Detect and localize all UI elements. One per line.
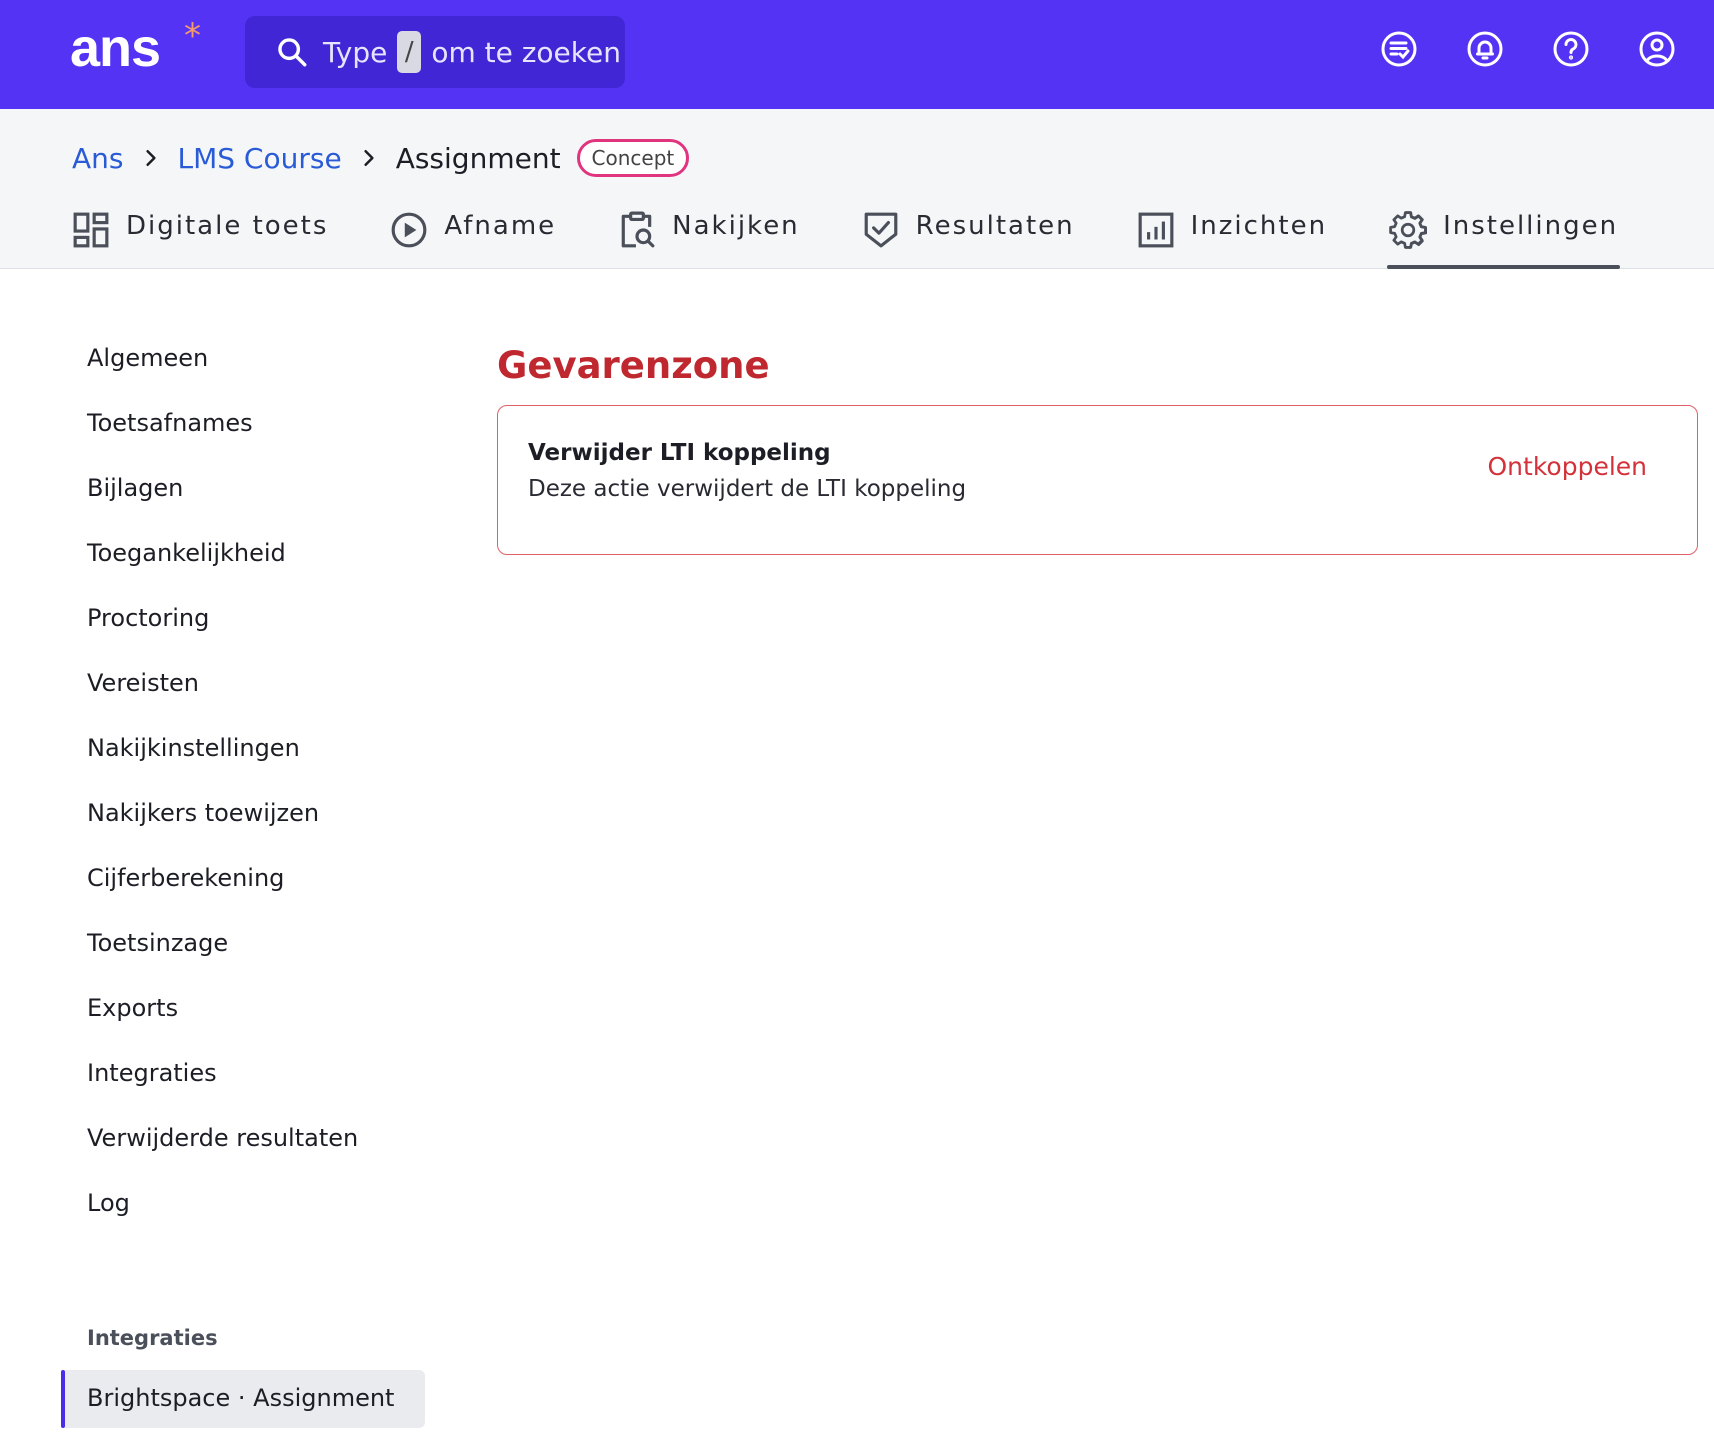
tab-instellingen[interactable]: Instellingen bbox=[1387, 207, 1621, 269]
page-header: Ans LMS Course Assignment Concept Digita… bbox=[0, 109, 1714, 269]
breadcrumb-ans[interactable]: Ans bbox=[72, 142, 124, 175]
page-title: Gevarenzone bbox=[497, 344, 770, 387]
help-icon[interactable] bbox=[1551, 29, 1591, 69]
status-badge: Concept bbox=[576, 139, 690, 177]
sidebar-item-nakijkinstellingen[interactable]: Nakijkinstellingen bbox=[87, 735, 447, 800]
account-icon[interactable] bbox=[1637, 29, 1677, 69]
tab-label: Nakijken bbox=[672, 211, 800, 241]
tab-nakijken[interactable]: Nakijken bbox=[618, 207, 800, 269]
dashboard-icon bbox=[73, 212, 109, 248]
search-prefix: Type bbox=[323, 35, 388, 69]
search-shortcut-key: / bbox=[397, 31, 422, 73]
bell-icon[interactable] bbox=[1465, 29, 1505, 69]
breadcrumb-current: Assignment bbox=[395, 141, 561, 175]
ans-logo[interactable]: ans * bbox=[70, 16, 201, 78]
logo-asterisk: * bbox=[184, 16, 201, 56]
search-placeholder: Type / om te zoeken bbox=[323, 31, 621, 73]
sidebar-section-heading: Integraties bbox=[87, 1326, 218, 1350]
play-circle-icon bbox=[392, 212, 427, 248]
active-indicator bbox=[61, 1370, 65, 1428]
disconnect-button[interactable]: Ontkoppelen bbox=[1488, 452, 1648, 481]
top-bar: ans * Type / om te zoeken bbox=[0, 0, 1714, 109]
search-icon bbox=[278, 38, 307, 67]
tab-label: Digitale toets bbox=[126, 211, 329, 241]
tab-inzichten[interactable]: Inzichten bbox=[1137, 207, 1327, 269]
checklist-icon[interactable] bbox=[1379, 29, 1419, 69]
sidebar-item-nakijkers-toewijzen[interactable]: Nakijkers toewijzen bbox=[87, 800, 447, 865]
sidebar-item-algemeen[interactable]: Algemeen bbox=[87, 345, 447, 410]
sidebar-item-toetsinzage[interactable]: Toetsinzage bbox=[87, 930, 447, 995]
breadcrumb-lms-course[interactable]: LMS Course bbox=[178, 142, 342, 175]
top-icons bbox=[1379, 29, 1677, 69]
sidebar-item-exports[interactable]: Exports bbox=[87, 995, 447, 1060]
sidebar-active-label: Brightspace · Assignment bbox=[87, 1384, 395, 1412]
bar-chart-icon bbox=[1138, 212, 1174, 248]
sidebar-item-brightspace-assignment[interactable]: Brightspace · Assignment bbox=[61, 1370, 425, 1428]
tab-label: Resultaten bbox=[915, 211, 1075, 241]
gear-icon bbox=[1389, 211, 1428, 249]
sidebar-item-verwijderde-resultaten[interactable]: Verwijderde resultaten bbox=[87, 1125, 447, 1190]
sidebar-item-bijlagen[interactable]: Bijlagen bbox=[87, 475, 447, 540]
danger-card: Verwijder LTI koppeling Deze actie verwi… bbox=[497, 405, 1698, 555]
sidebar-item-toegankelijkheid[interactable]: Toegankelijkheid bbox=[87, 540, 447, 605]
sidebar-item-cijferberekening[interactable]: Cijferberekening bbox=[87, 865, 447, 930]
tab-label: Inzichten bbox=[1190, 211, 1328, 241]
card-title: Verwijder LTI koppeling bbox=[528, 440, 831, 466]
settings-sidebar: Algemeen Toetsafnames Bijlagen Toegankel… bbox=[87, 345, 447, 1255]
tab-label: Afname bbox=[444, 211, 557, 241]
sidebar-item-proctoring[interactable]: Proctoring bbox=[87, 605, 447, 670]
tab-bar: Digitale toets Afname Nakijken Resultate… bbox=[72, 207, 1680, 269]
tab-digitale-toets[interactable]: Digitale toets bbox=[72, 207, 328, 269]
search-input[interactable]: Type / om te zoeken bbox=[245, 16, 625, 88]
clipboard-search-icon bbox=[621, 211, 655, 248]
logo-text: ans bbox=[70, 18, 161, 78]
chevron-right-icon bbox=[364, 150, 374, 166]
card-description: Deze actie verwijdert de LTI koppeling bbox=[528, 476, 967, 502]
tab-afname[interactable]: Afname bbox=[390, 207, 556, 269]
chevron-right-icon bbox=[145, 150, 156, 166]
shield-check-icon bbox=[864, 212, 898, 248]
sidebar-item-toetsafnames[interactable]: Toetsafnames bbox=[87, 410, 447, 475]
tab-resultaten[interactable]: Resultaten bbox=[862, 207, 1075, 269]
sidebar-item-log[interactable]: Log bbox=[87, 1190, 447, 1255]
sidebar-item-vereisten[interactable]: Vereisten bbox=[87, 670, 447, 735]
search-suffix: om te zoeken bbox=[431, 35, 621, 69]
sidebar-item-integraties[interactable]: Integraties bbox=[87, 1060, 447, 1125]
tab-label: Instellingen bbox=[1443, 211, 1619, 241]
breadcrumb: Ans LMS Course Assignment Concept bbox=[72, 139, 690, 177]
